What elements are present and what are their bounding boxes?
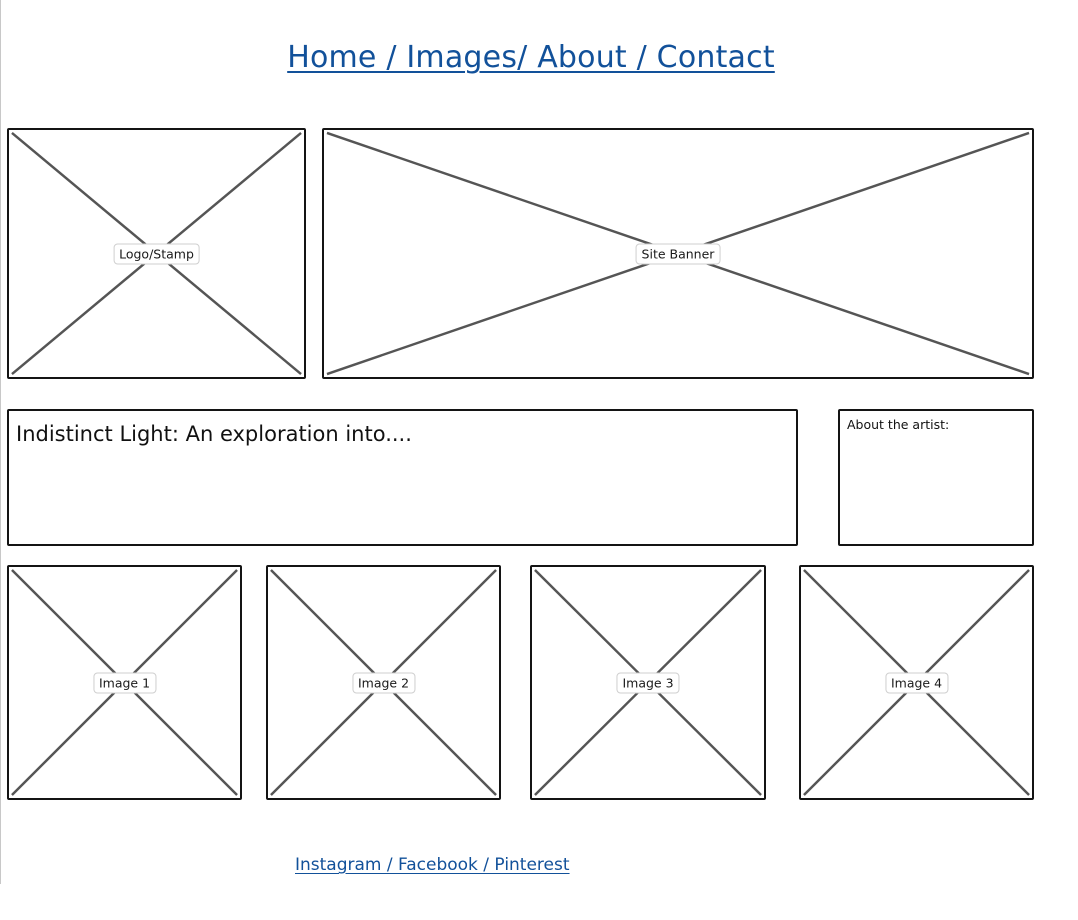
about-artist-label: About the artist: <box>847 417 950 432</box>
main-navigation: Home / Images/ About / Contact <box>0 40 1062 75</box>
nav-links[interactable]: Home / Images/ About / Contact <box>287 40 775 75</box>
about-artist-box: About the artist: <box>838 409 1034 546</box>
logo-label: Logo/Stamp <box>113 243 200 264</box>
gallery-image-3[interactable]: Image 3 <box>530 565 766 800</box>
gallery-image-label: Image 1 <box>92 672 157 693</box>
site-banner-placeholder: Site Banner <box>322 128 1034 379</box>
logo-placeholder: Logo/Stamp <box>7 128 306 379</box>
gallery-image-4[interactable]: Image 4 <box>799 565 1034 800</box>
gallery-image-2[interactable]: Image 2 <box>266 565 501 800</box>
gallery-image-label: Image 2 <box>351 672 416 693</box>
intro-headline: Indistinct Light: An exploration into...… <box>16 422 412 446</box>
site-banner-label: Site Banner <box>635 243 721 264</box>
gallery-image-1[interactable]: Image 1 <box>7 565 242 800</box>
intro-text-box: Indistinct Light: An exploration into...… <box>7 409 798 546</box>
gallery-image-label: Image 3 <box>616 672 680 693</box>
left-edge-rule <box>0 0 1 884</box>
gallery-image-label: Image 4 <box>884 672 949 693</box>
social-links[interactable]: Instagram / Facebook / Pinterest <box>295 855 570 875</box>
